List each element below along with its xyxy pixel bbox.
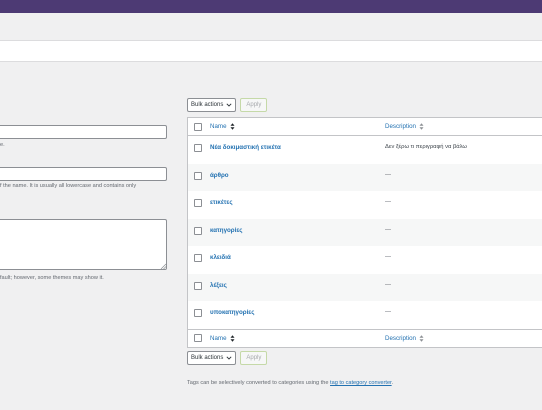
select-all-checkbox[interactable]	[194, 122, 202, 131]
bulk-actions-label: Bulk actions	[191, 102, 224, 108]
row-checkbox[interactable]	[194, 199, 202, 207]
sort-icon[interactable]	[230, 123, 235, 130]
row-checkbox[interactable]	[194, 171, 202, 180]
tag-description: —	[385, 226, 391, 233]
sort-icon[interactable]	[419, 123, 424, 130]
tag-name-link[interactable]: υποκατηγορίες	[210, 309, 254, 316]
name-help-text: e.	[0, 142, 5, 148]
slug-help-text: f the name. It is usually all lowercase …	[0, 183, 137, 189]
column-name-footer[interactable]: Name	[210, 335, 227, 342]
row-checkbox[interactable]	[194, 309, 202, 317]
row-checkbox[interactable]	[194, 281, 202, 290]
tag-name-link[interactable]: κατηγορίες	[210, 227, 243, 234]
table-row: λέξεις —	[188, 273, 542, 301]
chevron-down-icon	[226, 356, 232, 360]
screen-options-bar	[0, 40, 542, 62]
table-header-row: Name Description	[188, 118, 542, 136]
chevron-down-icon	[226, 103, 232, 107]
select-all-checkbox[interactable]	[194, 334, 202, 342]
row-checkbox[interactable]	[194, 144, 202, 152]
column-description-footer[interactable]: Description	[385, 335, 416, 342]
tag-description: —	[385, 281, 391, 288]
tag-name-link[interactable]: Νέα δοκιμαστική ετικέτα	[210, 144, 281, 151]
bulk-actions-label: Bulk actions	[191, 355, 224, 361]
tag-description: Δεν ξέρω τι περιγραφή να βάλω	[385, 144, 467, 150]
row-checkbox[interactable]	[194, 226, 202, 235]
column-description-header[interactable]: Description	[385, 123, 416, 130]
apply-button[interactable]: Apply	[240, 351, 268, 365]
table-row: κλειδιά —	[188, 246, 542, 274]
table-row: ετικέτες —	[188, 191, 542, 219]
table-row: κατηγορίες —	[188, 218, 542, 246]
tag-name-link[interactable]: λέξεις	[210, 282, 227, 289]
tag-name-link[interactable]: ετικέτες	[210, 199, 233, 206]
table-footer-row: Name Description	[188, 328, 542, 347]
resize-grip-icon[interactable]	[160, 263, 166, 269]
sort-icon[interactable]	[230, 334, 235, 342]
column-name-header[interactable]: Name	[210, 123, 227, 130]
tag-description: —	[385, 171, 391, 178]
admin-bar	[0, 0, 542, 13]
tag-description-textarea[interactable]	[0, 219, 167, 270]
row-checkbox[interactable]	[194, 254, 202, 262]
apply-button[interactable]: Apply	[240, 98, 268, 112]
sort-icon[interactable]	[419, 334, 424, 342]
tag-description: —	[385, 254, 391, 260]
tag-converter-note: Tags can be selectively converted to cat…	[187, 380, 393, 386]
tag-converter-note-text: Tags can be selectively converted to cat…	[187, 380, 331, 386]
tag-description: —	[385, 199, 391, 205]
table-row: άρθρο —	[188, 163, 542, 191]
table-row: υποκατηγορίες —	[188, 301, 542, 329]
table-row: Νέα δοκιμαστική ετικέτα Δεν ξέρω τι περι…	[188, 136, 542, 164]
tags-table: Name Description Νέα δοκιμαστική ετικέτα…	[187, 117, 542, 348]
tag-converter-note-end: .	[391, 380, 394, 386]
bulk-actions-select[interactable]: Bulk actions	[187, 98, 237, 112]
bulk-actions-bottom: Bulk actions Apply	[187, 351, 268, 365]
tag-name-input[interactable]	[0, 125, 167, 139]
tag-description: —	[385, 309, 391, 315]
tag-slug-input[interactable]	[0, 167, 167, 181]
bulk-actions-select[interactable]: Bulk actions	[187, 351, 237, 365]
tag-name-link[interactable]: κλειδιά	[210, 254, 231, 261]
bulk-actions-top: Bulk actions Apply	[187, 98, 268, 112]
tag-name-link[interactable]: άρθρο	[210, 172, 229, 179]
description-help-text: fault; however, some themes may show it.	[0, 275, 104, 281]
tag-converter-link[interactable]: tag to category converter	[330, 380, 392, 386]
